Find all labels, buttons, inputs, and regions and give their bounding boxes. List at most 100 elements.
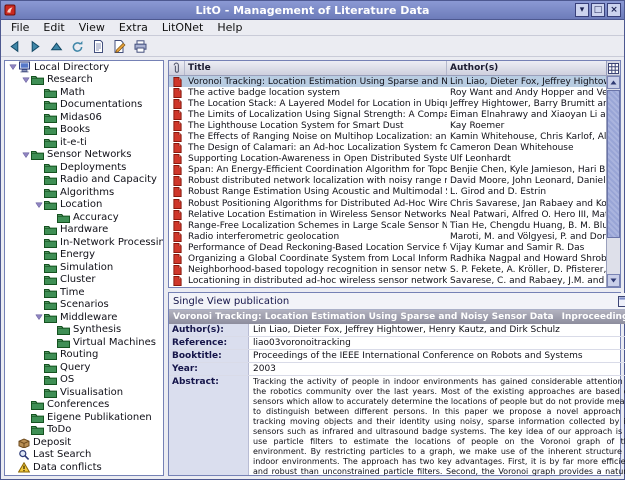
tree-item-energy[interactable]: Energy <box>5 249 163 262</box>
tree-item-books[interactable]: Books <box>5 124 163 137</box>
cell-authors: Lin Liao, Dieter Fox, Jeffrey Hightower,… <box>450 76 606 87</box>
table-row[interactable]: The Location Stack: A Layered Model for … <box>169 98 606 109</box>
menu-view[interactable]: View <box>72 20 112 35</box>
table-row[interactable]: Robust Positioning Algorithms for Distri… <box>169 198 606 209</box>
tree-item-os[interactable]: OS <box>5 374 163 387</box>
tree-item-eigene-publikationen[interactable]: Eigene Publikationen <box>5 411 163 424</box>
print-button[interactable] <box>131 37 150 56</box>
table-row[interactable]: Supporting Location-Awareness in Open Di… <box>169 154 606 165</box>
table-row[interactable]: Robust distributed network localization … <box>169 176 606 187</box>
toggle-expanded-icon[interactable] <box>34 313 44 321</box>
tree-item-middleware[interactable]: Middleware <box>5 311 163 324</box>
forward-button[interactable] <box>26 37 45 56</box>
detail-fields: Author(s): Lin Liao, Dieter Fox, Jeffrey … <box>169 324 625 475</box>
tree-item-label: it-e-ti <box>60 136 87 148</box>
menu-file[interactable]: File <box>4 20 36 35</box>
table-row[interactable]: Relative Location Estimation in Wireless… <box>169 209 606 220</box>
tree-item-research[interactable]: Research <box>5 74 163 87</box>
tree-item-hardware[interactable]: Hardware <box>5 224 163 237</box>
up-button[interactable] <box>47 37 66 56</box>
refresh-button[interactable] <box>68 37 87 56</box>
tree-item-deposit[interactable]: Deposit <box>5 436 163 449</box>
publication-header: Voronoi Tracking: Location Estimation Us… <box>169 310 625 324</box>
attachment-column-header[interactable] <box>169 61 185 75</box>
maximize-button[interactable]: □ <box>591 3 605 17</box>
table-row[interactable]: The Limits of Localization Using Signal … <box>169 109 606 120</box>
table-row[interactable]: Locationing in distributed ad-hoc wirele… <box>169 276 606 287</box>
tree-item-label: Data conflicts <box>33 461 102 473</box>
tree-item-todo[interactable]: ToDo <box>5 424 163 437</box>
toggle-expanded-icon[interactable] <box>34 201 44 209</box>
minimize-button[interactable]: ▾ <box>575 3 589 17</box>
tree-item-midas06[interactable]: Midas06 <box>5 111 163 124</box>
menu-help[interactable]: Help <box>210 20 249 35</box>
close-button[interactable]: × <box>607 3 621 17</box>
toggle-expanded-icon[interactable] <box>21 76 31 84</box>
tree-item-radio-and-capacity[interactable]: Radio and Capacity <box>5 174 163 187</box>
pdf-document-icon <box>169 209 185 220</box>
scroll-down-button[interactable] <box>607 274 620 287</box>
single-view-title: Single View publication <box>173 295 290 307</box>
table-row[interactable]: The active badge location system Roy Want… <box>169 87 606 98</box>
scrollbar-thumb[interactable] <box>607 90 620 238</box>
tree-item-scenarios[interactable]: Scenarios <box>5 299 163 312</box>
toolbar <box>1 36 624 57</box>
table-row[interactable]: The Lighthouse Location System for Smart… <box>169 120 606 131</box>
tree-item-deployments[interactable]: Deployments <box>5 161 163 174</box>
cell-authors: Ulf Leonhardt <box>450 154 511 165</box>
tree-item-visualisation[interactable]: Visualisation <box>5 386 163 399</box>
table-row[interactable]: Neighborhood-based topology recognition … <box>169 265 606 276</box>
tree-item-conferences[interactable]: Conferences <box>5 399 163 412</box>
table-config-button[interactable] <box>606 61 620 76</box>
folder-icon <box>44 349 57 361</box>
tree-item-data-conflicts[interactable]: Data conflicts <box>5 461 163 474</box>
new-document-button[interactable] <box>89 37 108 56</box>
single-view-titlebar: Single View publication <box>169 293 625 310</box>
table-row[interactable]: Span: An Energy-Efficient Coordination A… <box>169 165 606 176</box>
tree-item-local-directory[interactable]: Local Directory <box>5 61 163 74</box>
folder-icon <box>57 324 70 336</box>
tree-item-last-search[interactable]: Last Search <box>5 449 163 462</box>
tree-item-label: Time <box>60 286 85 298</box>
cell-authors: Benjie Chen, Kyle Jamieson, Hari Balakri… <box>450 165 606 176</box>
table-row[interactable]: Radio interferometric geolocation Maroti,… <box>169 231 606 242</box>
scroll-up-button[interactable] <box>607 76 620 89</box>
back-button[interactable] <box>5 37 24 56</box>
tree-item-sensor-networks[interactable]: Sensor Networks <box>5 149 163 162</box>
tree-item-simulation[interactable]: Simulation <box>5 261 163 274</box>
cell-title: The Limits of Localization Using Signal … <box>188 109 447 120</box>
tree-item-query[interactable]: Query <box>5 361 163 374</box>
tree-item-in-network-processing[interactable]: In-Network Processing <box>5 236 163 249</box>
toggle-expanded-icon[interactable] <box>8 63 18 71</box>
tree-item-routing[interactable]: Routing <box>5 349 163 362</box>
table-row[interactable]: Organizing a Global Coordinate System fr… <box>169 254 606 265</box>
tree-item-accuracy[interactable]: Accuracy <box>5 211 163 224</box>
tree-item-math[interactable]: Math <box>5 86 163 99</box>
tree-item-virtual-machines[interactable]: Virtual Machines <box>5 336 163 349</box>
table-row[interactable]: Range-Free Localization Schemes in Large… <box>169 220 606 231</box>
field-label: Reference: <box>169 337 249 349</box>
table-vertical-scrollbar[interactable] <box>606 76 620 287</box>
table-row[interactable]: Performance of Dead Reckoning-Based Loca… <box>169 242 606 253</box>
table-row[interactable]: The Design of Calamari: an Ad-hoc Locali… <box>169 143 606 154</box>
tree-item-documentations[interactable]: Documentations <box>5 99 163 112</box>
tree-item-algorithms[interactable]: Algorithms <box>5 186 163 199</box>
table-row[interactable]: Robust Range Estimation Using Acoustic a… <box>169 187 606 198</box>
edit-button[interactable] <box>110 37 129 56</box>
table-row[interactable]: Voronoi Tracking: Location Estimation Us… <box>169 76 606 88</box>
authors-column-header[interactable]: Author(s) <box>447 61 606 75</box>
expand-view-button[interactable] <box>617 295 625 308</box>
tree-item-it-e-ti[interactable]: it-e-ti <box>5 136 163 149</box>
tree-item-label: Visualisation <box>60 386 124 398</box>
folder-icon <box>31 424 44 436</box>
tree-item-location[interactable]: Location <box>5 199 163 212</box>
tree-item-synthesis[interactable]: Synthesis <box>5 324 163 337</box>
menu-litonet[interactable]: LitONet <box>155 20 210 35</box>
menu-edit[interactable]: Edit <box>36 20 71 35</box>
tree-item-time[interactable]: Time <box>5 286 163 299</box>
toggle-expanded-icon[interactable] <box>21 151 31 159</box>
table-row[interactable]: The Effects of Ranging Noise on Multihop… <box>169 131 606 143</box>
menu-extra[interactable]: Extra <box>112 20 155 35</box>
tree-item-cluster[interactable]: Cluster <box>5 274 163 287</box>
title-column-header[interactable]: Title <box>185 61 447 75</box>
